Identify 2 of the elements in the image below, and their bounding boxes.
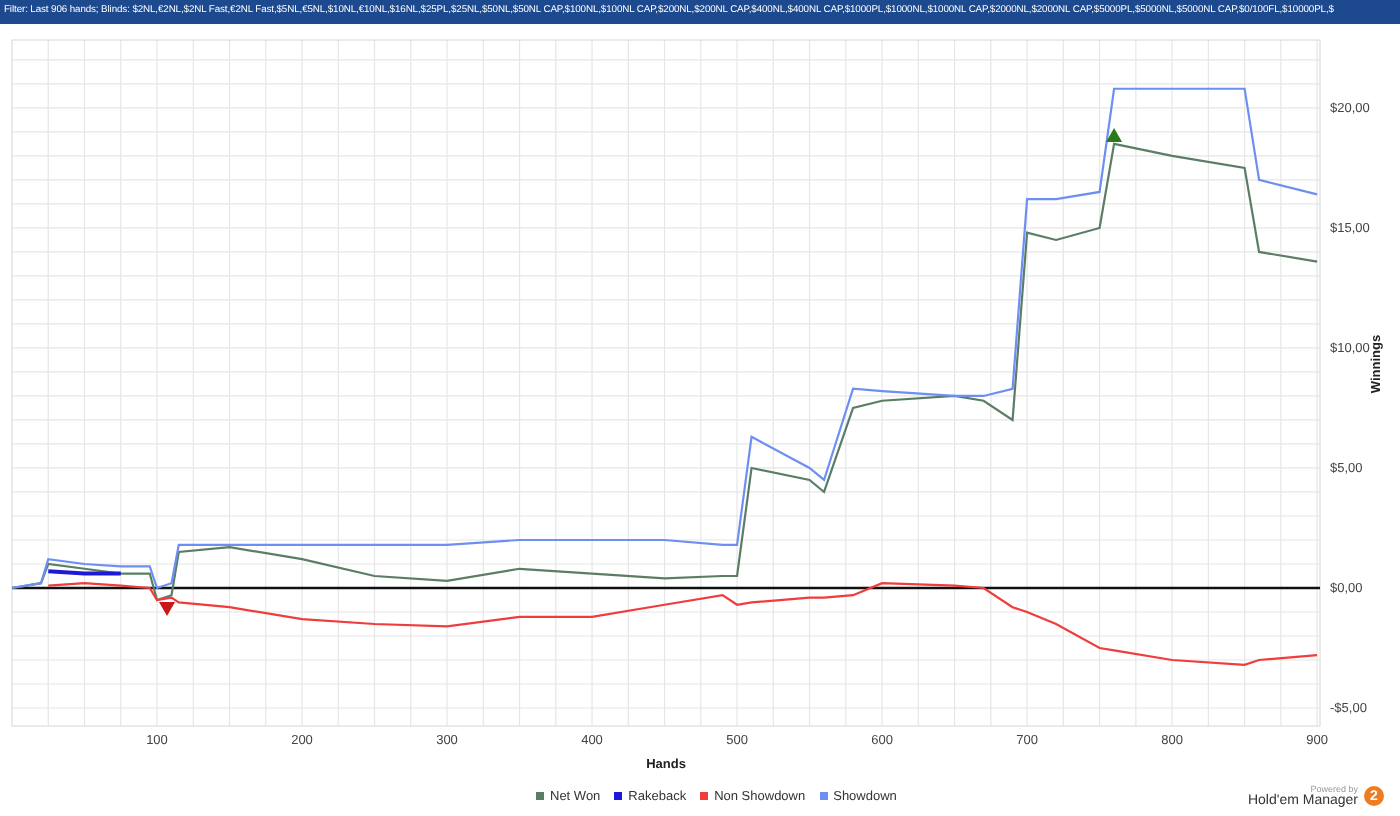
- min-triangle-icon: [159, 602, 175, 616]
- max-triangle-icon: [1106, 127, 1123, 142]
